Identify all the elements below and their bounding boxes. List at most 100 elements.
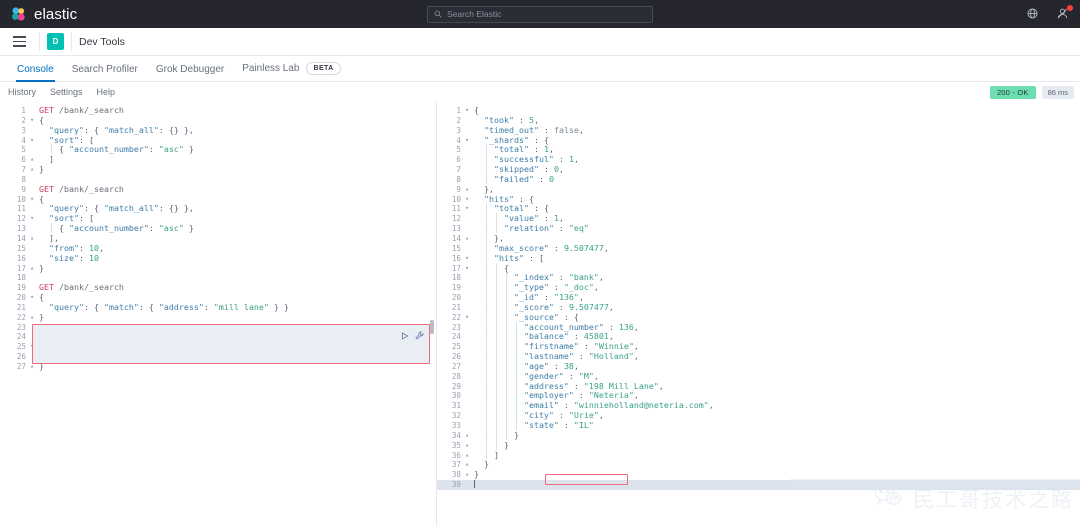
- fold-toggle-icon[interactable]: ▾: [465, 106, 472, 116]
- code-line[interactable]: 36▴ │ ]: [437, 451, 1080, 461]
- code-line[interactable]: 22▴}: [0, 313, 436, 323]
- code-line[interactable]: 9GET /bank/_search: [0, 185, 436, 195]
- help-globe-icon[interactable]: [1026, 7, 1040, 21]
- line-number: 16: [0, 254, 30, 264]
- code-line[interactable]: 33 │ │ │ │ "state" : "IL": [437, 421, 1080, 431]
- fold-toggle-icon[interactable]: ▾: [465, 195, 472, 205]
- line-number: 4: [437, 136, 465, 146]
- line-number: 13: [437, 224, 465, 234]
- code-line[interactable]: 38▴}: [437, 470, 1080, 480]
- history-button[interactable]: History: [8, 87, 36, 97]
- console-request-editor[interactable]: 1GET /bank/_search2▾{3 "query": { "match…: [0, 102, 437, 526]
- fold-toggle-icon[interactable]: ▴: [30, 165, 37, 175]
- fold-toggle-icon[interactable]: ▴: [465, 441, 472, 451]
- line-number: 13: [0, 224, 30, 234]
- code-line[interactable]: 16 "size": 10: [0, 254, 436, 264]
- code-line[interactable]: 13 │ { "account_number": "asc" }: [0, 224, 436, 234]
- code-line[interactable]: 35▴ │ │ }: [437, 441, 1080, 451]
- line-number: 11: [437, 204, 465, 214]
- code-line[interactable]: 13 │ │ "relation" : "eq": [437, 224, 1080, 234]
- line-number: 17: [437, 264, 465, 274]
- line-number: 30: [437, 391, 465, 401]
- fold-toggle-icon[interactable]: ▴: [465, 451, 472, 461]
- request-code-area[interactable]: 1GET /bank/_search2▾{3 "query": { "match…: [0, 102, 436, 372]
- line-number: 14: [0, 234, 30, 244]
- line-number: 6: [437, 155, 465, 165]
- code-line[interactable]: 27▴}: [0, 362, 436, 372]
- code-line[interactable]: 17▴}: [0, 264, 436, 274]
- application-nav-bar: D Dev Tools: [0, 28, 1080, 56]
- request-scrollbar-thumb[interactable]: [430, 320, 434, 334]
- response-status: 200 - OK 86 ms: [990, 86, 1074, 99]
- fold-toggle-icon[interactable]: ▴: [465, 185, 472, 195]
- code-line[interactable]: 1GET /bank/_search: [0, 106, 436, 116]
- code-line[interactable]: 26 "query": { "match_phrase": { "address…: [0, 352, 436, 362]
- line-number: 2: [437, 116, 465, 126]
- code-line[interactable]: 8 │ "failed" : 0: [437, 175, 1080, 185]
- request-action-icons: [401, 327, 424, 345]
- line-number: 8: [437, 175, 465, 185]
- line-number: 36: [437, 451, 465, 461]
- line-number: 10: [437, 195, 465, 205]
- global-search-placeholder: Search Elastic: [447, 9, 501, 19]
- code-line[interactable]: 6▴ ]: [0, 155, 436, 165]
- fold-toggle-icon[interactable]: ▴: [30, 362, 37, 372]
- code-line[interactable]: 16▾ │ "hits" : [: [437, 254, 1080, 264]
- fold-toggle-icon[interactable]: ▴: [30, 234, 37, 244]
- fold-toggle-icon[interactable]: ▴: [30, 264, 37, 274]
- fold-toggle-icon[interactable]: ▾: [465, 204, 472, 214]
- code-line[interactable]: 39: [437, 480, 1080, 490]
- code-line[interactable]: 37▴ }: [437, 460, 1080, 470]
- tab-painless-lab[interactable]: Painless Lab BETA: [233, 62, 349, 81]
- fold-toggle-icon[interactable]: ▾: [465, 136, 472, 146]
- wrench-icon[interactable]: [415, 327, 424, 345]
- code-text: GET /bank/_search: [37, 185, 124, 195]
- line-number: 24: [0, 332, 30, 342]
- fold-toggle-icon[interactable]: ▴: [465, 431, 472, 441]
- code-line[interactable]: 34▴ │ │ │ }: [437, 431, 1080, 441]
- code-line[interactable]: 21 "query": { "match": { "address": "mil…: [0, 303, 436, 313]
- fold-toggle-icon[interactable]: ▾: [465, 313, 472, 323]
- global-search-input[interactable]: Search Elastic: [427, 6, 653, 23]
- line-number: 12: [0, 214, 30, 224]
- code-line[interactable]: 19GET /bank/_search: [0, 283, 436, 293]
- help-button[interactable]: Help: [97, 87, 116, 97]
- fold-toggle-icon[interactable]: ▴: [465, 470, 472, 480]
- fold-toggle-icon[interactable]: ▴: [465, 460, 472, 470]
- line-number: 11: [0, 204, 30, 214]
- fold-toggle-icon[interactable]: ▴: [30, 313, 37, 323]
- fold-toggle-icon[interactable]: ▾: [30, 342, 37, 352]
- settings-button[interactable]: Settings: [50, 87, 83, 97]
- fold-toggle-icon[interactable]: ▾: [30, 293, 37, 303]
- code-line[interactable]: 5 │ { "account_number": "asc" }: [0, 145, 436, 155]
- code-text: GET /bank/_search: [37, 332, 124, 342]
- user-avatar-icon[interactable]: [1056, 7, 1070, 21]
- response-code-area[interactable]: 1▾{2 "took" : 5,3 "timed_out" : false,4▾…: [437, 102, 1080, 490]
- tab-grok-debugger[interactable]: Grok Debugger: [147, 64, 233, 81]
- fold-toggle-icon[interactable]: ▾: [30, 136, 37, 146]
- fold-toggle-icon[interactable]: ▾: [30, 195, 37, 205]
- code-text: }: [37, 313, 44, 323]
- tab-console[interactable]: Console: [8, 64, 63, 81]
- line-number: 28: [437, 372, 465, 382]
- line-number: 9: [437, 185, 465, 195]
- fold-toggle-icon[interactable]: ▴: [465, 234, 472, 244]
- line-number: 25: [437, 342, 465, 352]
- fold-toggle-icon[interactable]: ▾: [30, 214, 37, 224]
- fold-toggle-icon[interactable]: ▾: [465, 254, 472, 264]
- play-triangle-icon[interactable]: [401, 327, 409, 345]
- app-badge-icon: D: [47, 33, 64, 50]
- fold-toggle-icon[interactable]: ▴: [30, 155, 37, 165]
- line-number: 25: [0, 342, 30, 352]
- fold-toggle-icon[interactable]: ▾: [30, 116, 37, 126]
- code-line[interactable]: 7▴}: [0, 165, 436, 175]
- fold-toggle-icon[interactable]: ▾: [465, 264, 472, 274]
- hamburger-menu-icon[interactable]: [6, 29, 32, 55]
- elastic-brand[interactable]: elastic: [10, 6, 77, 23]
- code-line[interactable]: 24 GET /bank/_search: [0, 332, 436, 342]
- line-number: 27: [0, 362, 30, 372]
- line-number: 27: [437, 362, 465, 372]
- console-response-viewer[interactable]: 1▾{2 "took" : 5,3 "timed_out" : false,4▾…: [437, 102, 1080, 526]
- tab-search-profiler[interactable]: Search Profiler: [63, 64, 147, 81]
- line-number: 2: [0, 116, 30, 126]
